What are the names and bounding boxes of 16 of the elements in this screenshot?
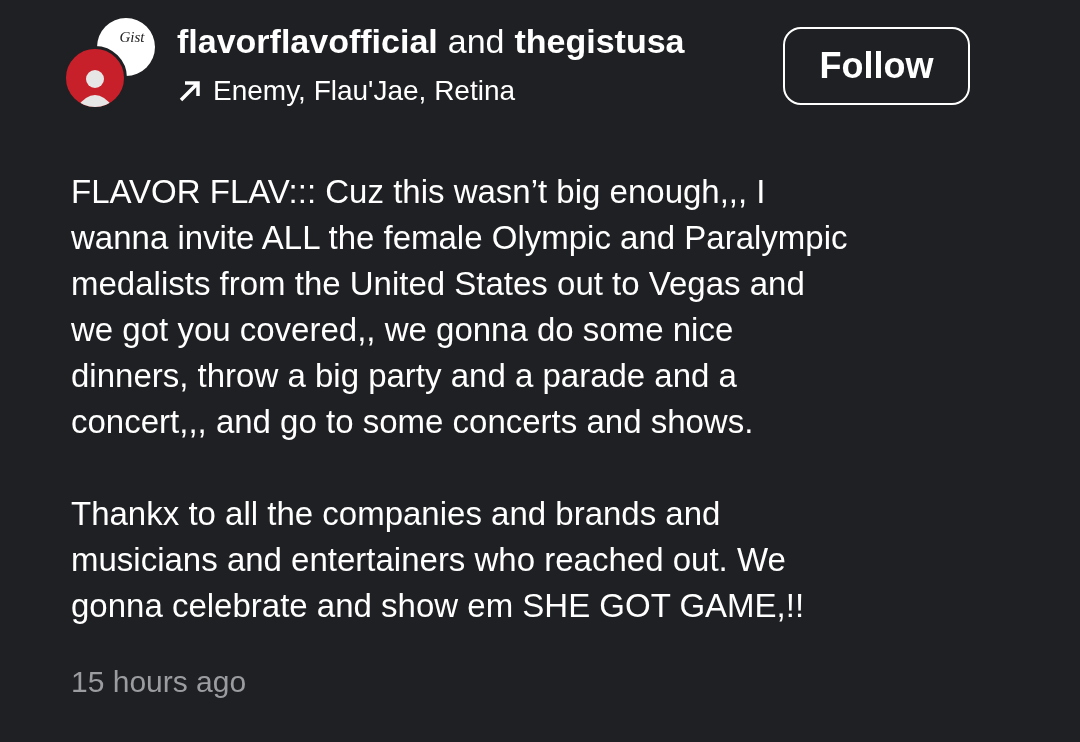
caption-line: wanna invite ALL the female Olympic and Paralympic	[71, 218, 849, 258]
caption-line: we got you covered,, we gonna do some nice	[71, 310, 735, 350]
joiner-text: and	[447, 21, 505, 62]
username[interactable]: flavorflavofficial	[177, 20, 438, 62]
caption-line: musicians and entertainers who reached out. We	[71, 540, 787, 580]
timestamp: 15 hours ago	[71, 664, 248, 700]
caption-line: medalists from the United States out to Vegas and	[71, 264, 806, 304]
arrow-icon	[177, 78, 203, 104]
caption-line: dinners, throw a big party and a parade and a	[71, 356, 738, 396]
username[interactable]: thegistusa	[514, 20, 685, 62]
follow-button[interactable]: Follow	[783, 27, 970, 105]
audio-credits[interactable]: Enemy, Flau'Jae, Retina	[213, 70, 516, 112]
caption-line: FLAVOR FLAV::: Cuz this wasn’t big enough,,, I	[71, 172, 767, 212]
caption-line: concert,,, and go to some concerts and shows.	[71, 402, 755, 442]
caption-line: gonna celebrate and show em SHE GOT GAME,!!	[71, 586, 806, 626]
caption-line: Thankx to all the companies and brands and	[71, 494, 722, 534]
